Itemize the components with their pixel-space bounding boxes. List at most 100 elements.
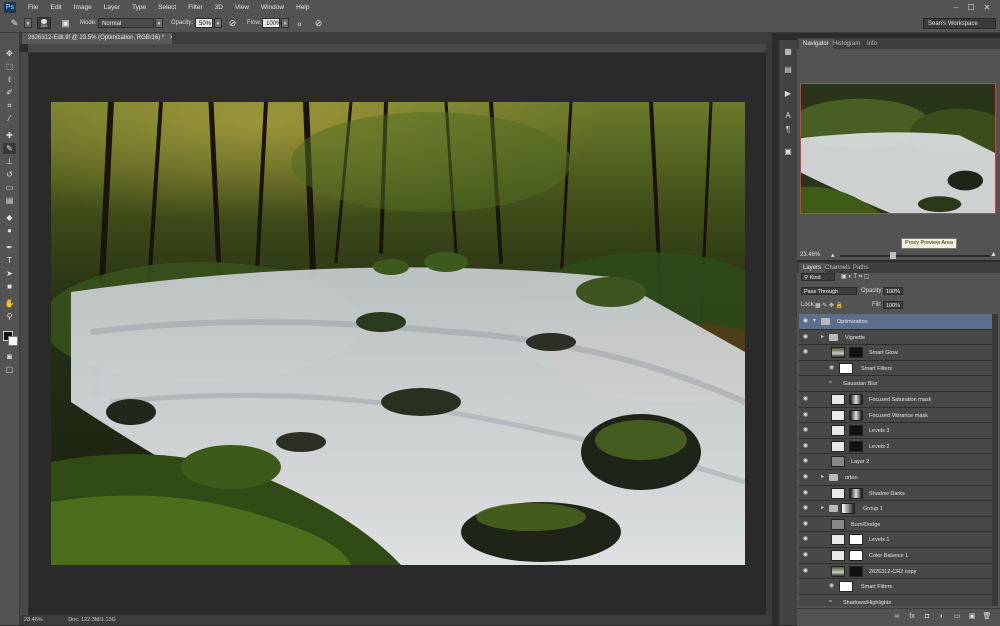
visibility-eye-icon[interactable] <box>802 365 809 372</box>
layer-row[interactable]: ◉ Smart Filters <box>799 360 992 377</box>
layer-row[interactable]: ◉ Layer 2 <box>799 454 992 470</box>
brush-panel-icon[interactable]: ▣ <box>59 17 72 29</box>
vertical-ruler[interactable] <box>20 52 29 615</box>
clone-stamp-tool-icon[interactable]: ⊥ <box>3 156 16 167</box>
quick-mask-icon[interactable]: ◙ <box>3 351 16 362</box>
visibility-eye-icon[interactable]: ◉ <box>802 318 809 325</box>
history-panel-icon[interactable]: ▦ <box>782 46 794 57</box>
layer-opacity-input[interactable]: 100% <box>883 287 903 295</box>
mode-select[interactable]: Normal <box>98 18 154 28</box>
layer-row[interactable]: ◉ 2626312-CR2 copy <box>799 563 992 580</box>
adjustment-icon[interactable]: ◐ <box>937 612 947 622</box>
menu-view[interactable]: View <box>229 0 255 15</box>
canvas-vertical-scrollbar[interactable] <box>766 44 772 615</box>
navigator-zoom-slider[interactable] <box>840 255 990 257</box>
layer-mask-thumbnail[interactable] <box>849 347 863 359</box>
smart-filter-eye-icon[interactable]: ◉ <box>829 365 834 372</box>
filter-kind-select[interactable]: ⚲ Kind <box>801 273 835 281</box>
filter-icon[interactable]: ≈ <box>829 380 832 387</box>
dodge-tool-icon[interactable]: ● <box>3 225 16 236</box>
layer-row[interactable]: ◉ Levels 1 <box>799 532 992 548</box>
layer-fill-input[interactable]: 100% <box>883 301 903 309</box>
opacity-input[interactable]: 50% <box>195 18 213 28</box>
document-image[interactable] <box>51 102 745 565</box>
layer-row[interactable]: ◉ Color Balance 1 <box>799 548 992 564</box>
navigator-preview[interactable] <box>800 83 996 214</box>
expand-arrow-closed-icon[interactable]: ▸ <box>821 474 824 481</box>
layer-row[interactable]: ◉ Smart Glow <box>799 345 992 361</box>
screen-mode-icon[interactable]: ▢ <box>3 364 16 375</box>
zoom-slider-thumb[interactable] <box>889 252 896 259</box>
visibility-eye-icon[interactable]: ◉ <box>802 521 809 528</box>
properties-panel-icon[interactable]: ▣ <box>782 146 794 157</box>
airbrush-icon[interactable]: ℴ <box>293 17 306 29</box>
layer-thumbnail[interactable] <box>831 534 845 546</box>
menu-edit[interactable]: Edit <box>44 0 67 15</box>
status-zoom[interactable]: 23.46% <box>24 617 43 623</box>
quick-select-tool-icon[interactable]: ✐ <box>3 87 16 98</box>
layer-thumbnail[interactable] <box>831 565 845 577</box>
layer-mask-thumbnail[interactable] <box>849 440 863 452</box>
tab-paths[interactable]: Paths <box>849 263 872 273</box>
layer-thumbnail[interactable] <box>831 456 845 468</box>
navigator-zoom-value[interactable]: 23.46% <box>800 252 820 258</box>
visibility-eye-icon[interactable]: ◉ <box>802 552 809 559</box>
menu-layer[interactable]: Layer <box>98 0 126 15</box>
visibility-eye-icon[interactable]: ◉ <box>802 536 809 543</box>
group-icon[interactable]: ▭ <box>952 612 962 622</box>
layer-row[interactable]: ≈ Shadows/Highlights <box>799 594 992 606</box>
layer-mask-thumbnail[interactable] <box>849 487 863 499</box>
tab-navigator[interactable]: Navigator <box>799 39 833 49</box>
layer-row[interactable]: ◉ ▸ Vignette <box>799 329 992 346</box>
layer-thumbnail[interactable] <box>831 518 845 530</box>
background-color-swatch[interactable] <box>8 336 18 346</box>
layer-mask-thumbnail[interactable] <box>849 565 863 577</box>
menu-type[interactable]: Type <box>126 0 152 15</box>
mask-icon[interactable]: ◘ <box>922 612 932 622</box>
marquee-tool-icon[interactable]: ⬚ <box>3 61 16 72</box>
menu-window[interactable]: Window <box>255 0 290 15</box>
path-select-tool-icon[interactable]: ➤ <box>3 268 16 279</box>
link-icon[interactable]: ∞ <box>892 612 902 622</box>
layer-row[interactable]: ◉ ▸ orton <box>799 470 992 486</box>
tab-info[interactable]: Info <box>863 39 881 49</box>
layer-row[interactable]: ◉ ▸ Group 1 <box>799 501 992 517</box>
expand-arrow-closed-icon[interactable]: ▸ <box>821 505 824 512</box>
visibility-eye-icon[interactable]: ◉ <box>802 427 809 434</box>
layer-mask-thumbnail[interactable] <box>849 534 863 546</box>
visibility-eye-icon[interactable]: ◉ <box>802 412 809 419</box>
document-tab[interactable]: 2626312-Edit.tif @ 23.5% (Optimization, … <box>22 33 172 44</box>
flow-slider-icon[interactable]: ▾ <box>281 18 289 28</box>
layer-thumbnail[interactable] <box>831 550 845 561</box>
layer-thumbnail[interactable] <box>831 347 845 359</box>
eyedropper-tool-icon[interactable]: ⁄ <box>3 113 16 124</box>
lock-icons[interactable]: ▦ ✎ ✥ 🔒 <box>815 302 843 309</box>
minimize-icon[interactable]: – <box>950 1 962 14</box>
menu-filter[interactable]: Filter <box>182 0 208 15</box>
layer-row[interactable]: ◉ Smart Filters <box>799 579 992 595</box>
visibility-eye-icon[interactable]: ◉ <box>802 396 809 403</box>
mode-dropdown-icon[interactable]: ▾ <box>155 18 163 28</box>
history-brush-tool-icon[interactable]: ↺ <box>3 169 16 180</box>
maximize-icon[interactable]: ☐ <box>965 1 977 14</box>
layer-row[interactable]: ◉ Focused Saturation mask <box>799 392 992 408</box>
layer-row[interactable]: ◉ Levels 3 <box>799 423 992 439</box>
layer-row[interactable]: ≈ Gaussian Blur <box>799 376 992 392</box>
zoom-out-icon[interactable]: ▴ <box>831 251 835 259</box>
filter-icons[interactable]: ▣ ◐ T ⌗ ▢ <box>841 273 869 281</box>
layer-mask-thumbnail[interactable] <box>841 503 855 515</box>
tab-histogram[interactable]: Histogram <box>829 39 864 49</box>
hand-tool-icon[interactable]: ✋ <box>3 298 16 309</box>
visibility-eye-icon[interactable]: ◉ <box>802 349 809 356</box>
visibility-eye-icon[interactable]: ◉ <box>802 490 809 497</box>
zoom-in-icon[interactable]: ▲ <box>990 251 997 258</box>
menu-select[interactable]: Select <box>152 0 182 15</box>
brush-tool-icon[interactable]: ✎ <box>8 17 21 29</box>
layer-thumbnail[interactable] <box>831 409 845 421</box>
paragraph-panel-icon[interactable]: ¶ <box>782 124 794 135</box>
visibility-eye-icon[interactable]: ◉ <box>802 474 809 481</box>
brush-presets-icon[interactable]: ▤ <box>782 64 794 75</box>
visibility-eye-icon[interactable]: ◉ <box>802 334 809 341</box>
brush-tool-icon[interactable]: ✎ <box>3 143 16 154</box>
pressure-size-icon[interactable]: ⊘ <box>312 17 325 29</box>
